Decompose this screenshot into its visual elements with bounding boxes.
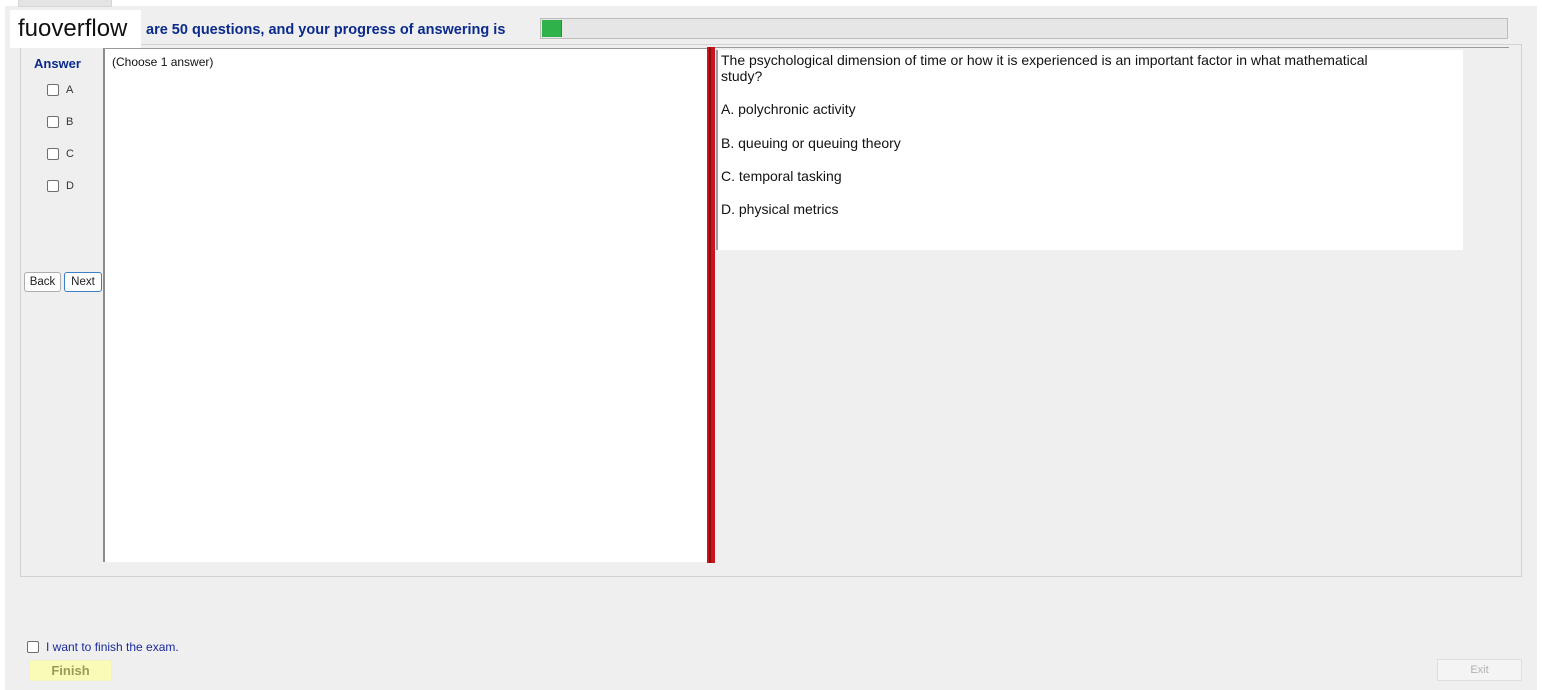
answer-option-label: A: [66, 84, 74, 96]
question-option-a: A. polychronic activity: [721, 101, 856, 117]
answer-option-d[interactable]: D: [47, 179, 74, 193]
top-tab[interactable]: [18, 0, 112, 7]
checkbox-d[interactable]: [47, 180, 59, 192]
question-option-b: B. queuing or queuing theory: [721, 135, 901, 151]
choose-instruction: (Choose 1 answer): [112, 55, 214, 69]
checkbox-a[interactable]: [47, 84, 59, 96]
answer-option-c[interactable]: C: [47, 147, 74, 161]
answer-option-label: D: [66, 180, 74, 192]
question-option-c: C. temporal tasking: [721, 168, 842, 184]
answer-option-b[interactable]: B: [47, 115, 73, 129]
next-button[interactable]: Next: [64, 272, 102, 292]
answer-pane: (Choose 1 answer): [103, 48, 707, 562]
pane-splitter[interactable]: [707, 47, 715, 563]
answer-option-label: B: [66, 116, 74, 128]
checkbox-b[interactable]: [47, 116, 59, 128]
finish-exam-checkbox[interactable]: [27, 641, 39, 653]
finish-exam-check[interactable]: I want to finish the exam.: [27, 640, 179, 654]
question-box: The psychological dimension of time or h…: [716, 50, 1463, 250]
question-option-d: D. physical metrics: [721, 201, 839, 217]
back-button[interactable]: Back: [24, 272, 61, 292]
finish-exam-label: I want to finish the exam.: [46, 640, 179, 654]
progress-bar-fill: [542, 20, 562, 37]
exit-button[interactable]: Exit: [1437, 659, 1522, 681]
checkbox-c[interactable]: [47, 148, 59, 160]
answer-title: Answer: [34, 56, 81, 71]
answer-option-label: C: [66, 148, 74, 160]
progress-text: are 50 questions, and your progress of a…: [146, 22, 506, 38]
question-text: The psychological dimension of time or h…: [721, 52, 1368, 84]
progress-bar: [540, 18, 1508, 39]
finish-button[interactable]: Finish: [29, 660, 112, 681]
watermark-label: fuoverflow: [10, 10, 141, 48]
answer-option-a[interactable]: A: [47, 83, 73, 97]
